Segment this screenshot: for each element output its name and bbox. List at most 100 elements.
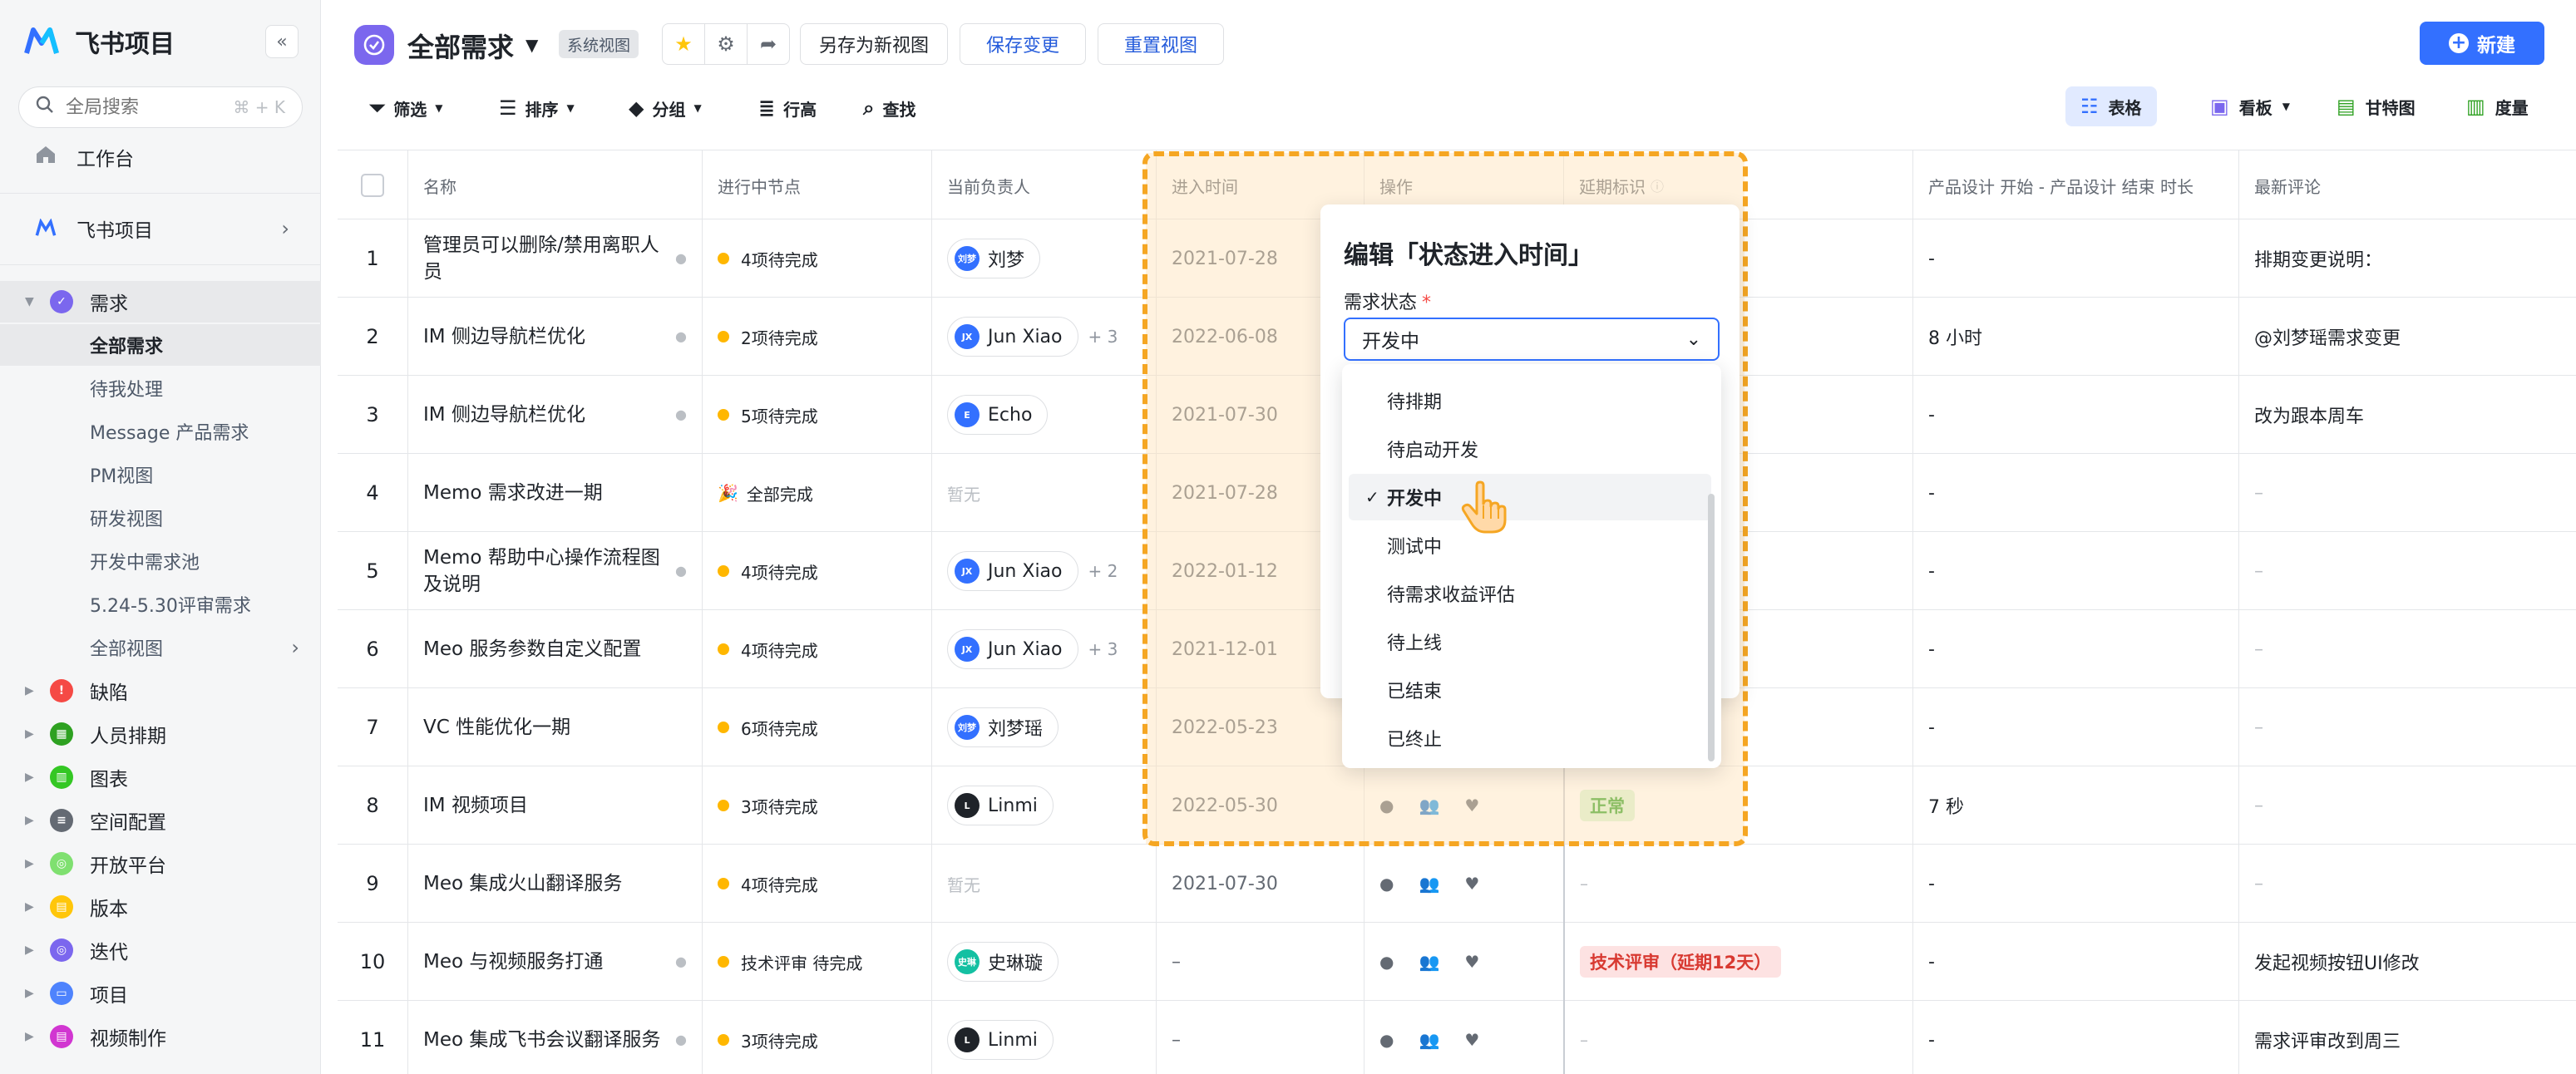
- status-option-2[interactable]: ✓ 开发中: [1349, 474, 1711, 520]
- row-name[interactable]: 管理员可以删除/禁用离职人员 ●: [407, 219, 702, 298]
- owner-chip[interactable]: JX Jun Xiao: [947, 317, 1078, 357]
- tab-table[interactable]: ☷ 表格: [2065, 86, 2157, 126]
- row-node[interactable]: 3项待完成: [702, 1001, 931, 1074]
- sidebar-subitem-6[interactable]: 5.24-5.30评审需求: [0, 584, 321, 625]
- status-select[interactable]: 开发中 ⌄: [1344, 318, 1720, 361]
- row-name[interactable]: IM 视频项目: [407, 766, 702, 845]
- caret-right-icon[interactable]: ▶: [25, 727, 34, 741]
- save-changes-button[interactable]: 保存变更: [960, 23, 1086, 65]
- sidebar-item-2[interactable]: ▶ ▦ 人员排期: [0, 713, 321, 755]
- owner-chip[interactable]: 刘梦 刘梦: [947, 239, 1041, 278]
- column-header-2[interactable]: 当前负责人: [931, 150, 1156, 220]
- tab-kanban[interactable]: ▣ 看板 ▼: [2195, 86, 2305, 126]
- caret-right-icon[interactable]: ▶: [25, 814, 34, 827]
- row-entry-time[interactable]: –: [1156, 923, 1364, 1001]
- row-node[interactable]: 3项待完成: [702, 766, 931, 845]
- caret-down-icon[interactable]: ▼: [526, 35, 538, 55]
- nav-workspace[interactable]: 工作台: [0, 136, 321, 178]
- comment-icon[interactable]: ●: [675, 245, 687, 272]
- sidebar-item-6[interactable]: ▶ ▤ 版本: [0, 886, 321, 928]
- status-option-7[interactable]: 已终止: [1342, 715, 1708, 761]
- new-button[interactable]: + 新建: [2420, 22, 2544, 65]
- row-name[interactable]: IM 侧边导航栏优化 ●: [407, 376, 702, 454]
- row-owner[interactable]: 暂无: [931, 454, 1156, 532]
- row-latest-comment[interactable]: 排期变更说明：: [2238, 219, 2576, 298]
- heart-icon[interactable]: ♥: [1464, 1030, 1479, 1050]
- row-owner[interactable]: JX Jun Xiao + 3: [931, 298, 1156, 376]
- owner-chip[interactable]: L Linmi: [947, 786, 1054, 825]
- chat-icon[interactable]: ●: [1379, 952, 1394, 972]
- comment-icon[interactable]: ●: [675, 948, 687, 975]
- reset-view-button[interactable]: 重置视图: [1098, 23, 1224, 65]
- comment-icon[interactable]: ●: [675, 323, 687, 350]
- page-title[interactable]: 全部需求: [407, 27, 514, 65]
- caret-down-icon[interactable]: ▼: [25, 295, 34, 308]
- column-header-6[interactable]: 产品设计 开始 - 产品设计 结束 时长: [1912, 150, 2238, 220]
- caret-right-icon[interactable]: ▶: [25, 1030, 34, 1043]
- row-delay-tag[interactable]: 技术评审（延期12天）: [1563, 923, 1912, 1001]
- extra-owners-count[interactable]: + 2: [1088, 561, 1118, 581]
- group-users-icon[interactable]: 👥: [1419, 952, 1439, 972]
- row-node[interactable]: 技术评审 待完成: [702, 923, 931, 1001]
- row-latest-comment[interactable]: –: [2238, 845, 2576, 923]
- sidebar-subitem-5[interactable]: 开发中需求池: [0, 540, 321, 582]
- sidebar-subitem-3[interactable]: PM视图: [0, 454, 321, 495]
- select-all-checkbox[interactable]: [338, 150, 407, 220]
- table-row[interactable]: 9 Meo 集成火山翻译服务 4项待完成 暂无 2021-07-30 ● 👥 ♥ – - –: [338, 845, 2576, 923]
- gear-icon[interactable]: ⚙: [705, 24, 748, 64]
- row-node[interactable]: 6项待完成: [702, 688, 931, 766]
- caret-right-icon[interactable]: ▶: [25, 943, 34, 957]
- search-input[interactable]: [66, 96, 215, 118]
- row-name[interactable]: VC 性能优化一期: [407, 688, 702, 766]
- row-owner[interactable]: 暂无: [931, 845, 1156, 923]
- group-users-icon[interactable]: 👥: [1419, 874, 1439, 894]
- column-header-1[interactable]: 进行中节点: [702, 150, 931, 220]
- sidebar-item-7[interactable]: ▶ ◎ 迭代: [0, 929, 321, 971]
- table-row[interactable]: 10 Meo 与视频服务打通 ● 技术评审 待完成 史琳 史琳璇 – ● 👥 ♥ 技术评审（延期12…: [338, 923, 2576, 1001]
- sidebar-item-3[interactable]: ▶ ▥ 图表: [0, 756, 321, 798]
- row-node[interactable]: 🎉 全部完成: [702, 454, 931, 532]
- status-option-0[interactable]: 待排期: [1342, 377, 1708, 424]
- sidebar-item-1[interactable]: ▶! 缺陷: [0, 670, 321, 712]
- caret-right-icon[interactable]: ▶: [25, 857, 34, 870]
- heart-icon[interactable]: ♥: [1464, 874, 1479, 894]
- row-owner[interactable]: JX Jun Xiao + 2: [931, 532, 1156, 610]
- owner-chip[interactable]: 刘梦 刘梦瑶: [947, 707, 1059, 747]
- sort-button[interactable]: ☰ 排序 ▼: [499, 86, 575, 130]
- share-icon[interactable]: ➦: [748, 24, 789, 64]
- column-header-0[interactable]: 名称: [407, 150, 702, 220]
- caret-right-icon[interactable]: ▶: [25, 987, 34, 1000]
- status-option-1[interactable]: 待启动开发: [1342, 426, 1708, 472]
- row-entry-time[interactable]: 2021-07-30: [1156, 845, 1364, 923]
- extra-owners-count[interactable]: + 3: [1088, 327, 1118, 347]
- sidebar-item-9[interactable]: ▶ ▤ 视频制作: [0, 1016, 321, 1057]
- global-search[interactable]: ⌘ + K: [18, 86, 303, 128]
- comment-icon[interactable]: ●: [675, 402, 687, 428]
- row-node[interactable]: 4项待完成: [702, 219, 931, 298]
- sidebar-subitem-2[interactable]: Message 产品需求: [0, 411, 321, 452]
- owner-chip[interactable]: L Linmi: [947, 1020, 1054, 1060]
- row-latest-comment[interactable]: –: [2238, 610, 2576, 688]
- tab-gantt[interactable]: ▤ 甘特图: [2322, 86, 2430, 126]
- row-latest-comment[interactable]: –: [2238, 688, 2576, 766]
- row-node[interactable]: 2项待完成: [702, 298, 931, 376]
- sidebar-subitem-1[interactable]: 待我处理: [0, 367, 321, 409]
- sidebar-item-8[interactable]: ▶ ▭ 项目: [0, 973, 321, 1014]
- extra-owners-count[interactable]: + 3: [1088, 639, 1118, 659]
- tab-metrics[interactable]: ▥ 度量: [2451, 86, 2544, 126]
- column-header-7[interactable]: 最新评论: [2238, 150, 2576, 220]
- filter-button[interactable]: ⏷ 筛选 ▼: [369, 86, 442, 130]
- space-switcher[interactable]: 飞书项目 ›: [0, 208, 321, 249]
- row-name[interactable]: Meo 集成火山翻译服务: [407, 845, 702, 923]
- caret-right-icon[interactable]: ▶: [25, 900, 34, 914]
- dropdown-scrollbar[interactable]: [1708, 494, 1715, 761]
- row-latest-comment[interactable]: 发起视频按钮UI修改: [2238, 923, 2576, 1001]
- row-node[interactable]: 4项待完成: [702, 610, 931, 688]
- row-delay-tag[interactable]: –: [1563, 1001, 1912, 1074]
- owner-chip[interactable]: 史琳 史琳璇: [947, 942, 1059, 982]
- sidebar-item-0[interactable]: ▼ ✓ 需求: [0, 281, 321, 323]
- heart-icon[interactable]: ♥: [1464, 952, 1479, 972]
- group-users-icon[interactable]: 👥: [1419, 1030, 1439, 1050]
- collapse-sidebar-button[interactable]: «: [265, 25, 299, 58]
- chat-icon[interactable]: ●: [1379, 1030, 1394, 1050]
